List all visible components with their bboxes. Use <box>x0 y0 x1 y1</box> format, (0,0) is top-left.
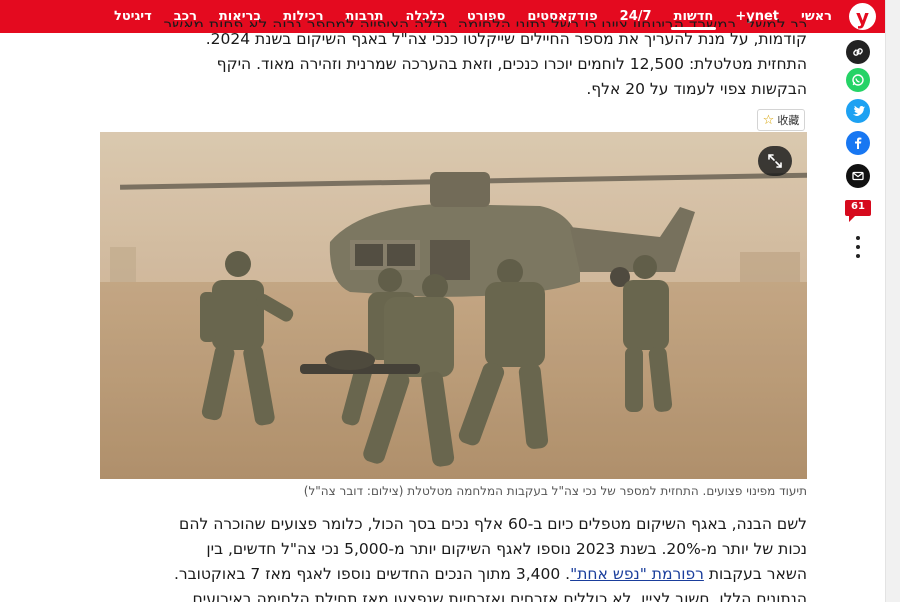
twitter-share-button[interactable] <box>846 99 870 123</box>
article-photo[interactable] <box>100 132 807 479</box>
reform-link[interactable]: רפורמת "נפש אחת" <box>570 565 704 583</box>
paragraph-line: התחזית מטלטלת: 12,500 לוחמים יוכרו כנכים… <box>216 55 807 73</box>
page-scrollbar[interactable] <box>885 0 900 602</box>
paragraph-line: נכות של יותר מ-20%. בשנת 2023 נוספו לאגף… <box>206 540 807 558</box>
expand-icon <box>768 154 782 168</box>
paragraph-text: . 3,400 מתוך הנכים החדשים נוספו לאגף מאז… <box>174 565 571 583</box>
more-icon <box>856 236 860 240</box>
article-paragraph-1: כך למשל, במשרד הביטחון ציינו כי בשל נתונ… <box>127 16 807 102</box>
facebook-share-button[interactable] <box>846 131 870 155</box>
facebook-icon <box>855 137 862 149</box>
paragraph-text: השאר בעקבות <box>703 565 807 583</box>
bookmark-button[interactable]: ☆ 收藏 <box>757 109 805 131</box>
paragraph-line: השאר בעקבות רפורמת "נפש אחת". 3,400 מתוך… <box>127 562 807 587</box>
star-icon: ☆ <box>762 112 775 128</box>
photo-illustration <box>100 132 807 479</box>
expand-image-button[interactable] <box>758 146 792 176</box>
paragraph-line-clipped: כך למשל, במשרד הביטחון ציינו כי בשל נתונ… <box>163 16 807 27</box>
paragraph-line: לשם הבנה, באגף השיקום מטפלים כיום ב-60 א… <box>179 515 807 533</box>
twitter-icon <box>853 105 865 116</box>
whatsapp-icon <box>852 74 864 86</box>
email-share-button[interactable] <box>846 164 870 188</box>
paragraph-line: הבקשות צפוי לעמוד על 20 אלף. <box>586 80 807 98</box>
whatsapp-share-button[interactable] <box>846 68 870 92</box>
comments-button[interactable]: 61 <box>843 199 873 225</box>
paragraph-line: הנתונים הללו, חשוב לציין, לא כוללים אזרח… <box>192 590 807 602</box>
ynet-logo[interactable]: y <box>849 3 876 30</box>
more-options-button[interactable] <box>855 236 861 258</box>
link-icon <box>853 48 863 56</box>
paragraph-line: קודמות, על מנת להעריך את מספר החיילים שי… <box>205 30 807 48</box>
photo-caption: תיעוד מפינוי פצועים. התחזית למספר של נכי… <box>303 484 807 498</box>
comment-count: 61 <box>851 201 865 212</box>
email-icon <box>852 171 864 181</box>
copy-link-button[interactable] <box>846 40 870 64</box>
article-paragraph-2: לשם הבנה, באגף השיקום מטפלים כיום ב-60 א… <box>127 512 807 602</box>
bookmark-label: 收藏 <box>777 114 800 127</box>
